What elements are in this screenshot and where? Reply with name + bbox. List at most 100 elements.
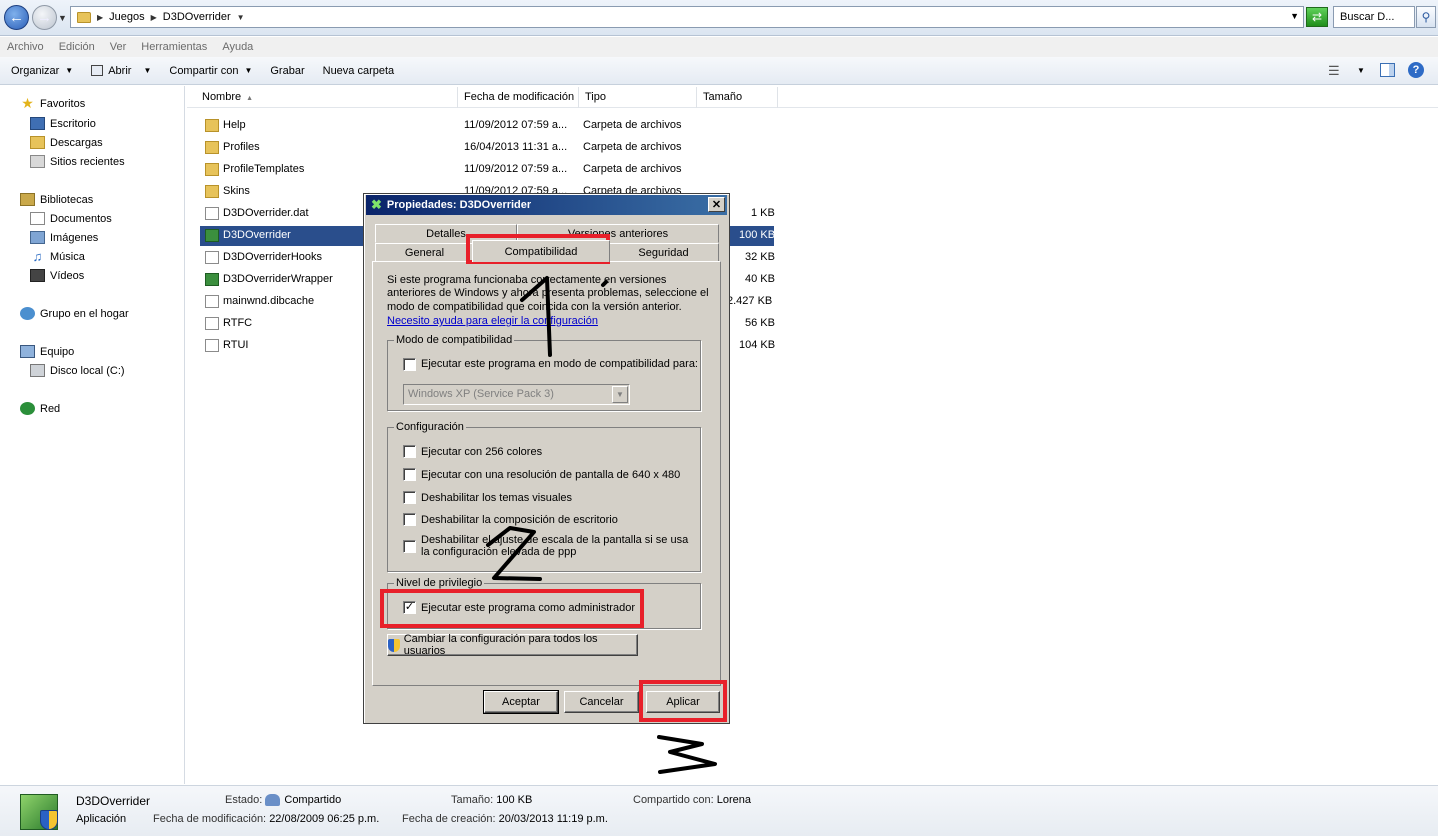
- open-label: Abrir: [108, 64, 132, 77]
- config-disable-themes-checkbox[interactable]: [403, 491, 416, 504]
- address-dropdown[interactable]: ▼: [1290, 11, 1299, 21]
- breadcrumb-d3doverrider[interactable]: D3DOverrider: [163, 11, 231, 23]
- cancel-button[interactable]: Cancelar: [564, 691, 639, 713]
- view-options-icon[interactable]: ☰: [1328, 63, 1340, 79]
- menu-edicion[interactable]: Edición: [59, 41, 95, 53]
- nav-label: Sitios recientes: [50, 155, 125, 168]
- chevron-down-icon[interactable]: ▼: [1357, 66, 1365, 75]
- config-disable-dpi-scaling-checkbox[interactable]: [403, 540, 416, 553]
- compat-os-select[interactable]: Windows XP (Service Pack 3): [403, 384, 630, 405]
- hard-drive-icon: [30, 364, 45, 377]
- help-link[interactable]: Necesito ayuda para elegir la configurac…: [387, 315, 598, 327]
- star-icon: ★: [21, 95, 34, 111]
- burn-button[interactable]: Grabar: [270, 65, 304, 77]
- preview-pane-icon[interactable]: [1380, 63, 1395, 77]
- nav-escritorio[interactable]: Escritorio: [30, 117, 96, 130]
- nav-disco-local[interactable]: Disco local (C:): [30, 364, 125, 377]
- privilege-label: Nivel de privilegio: [394, 577, 485, 589]
- breadcrumb-juegos[interactable]: Juegos: [109, 11, 144, 23]
- column-header-name[interactable]: Nombre ▲: [196, 87, 458, 108]
- file-name: Skins: [223, 185, 250, 197]
- nav-label: Favoritos: [40, 97, 86, 110]
- menu-archivo[interactable]: Archivo: [7, 41, 44, 53]
- nav-musica[interactable]: ♫ Música: [30, 250, 85, 263]
- nav-label: Red: [40, 402, 61, 415]
- search-button[interactable]: ⚲: [1416, 6, 1436, 28]
- nav-equipo[interactable]: Equipo: [20, 345, 74, 358]
- folder-icon: [205, 141, 219, 154]
- nav-documentos[interactable]: Documentos: [30, 212, 112, 225]
- file-row[interactable]: Help 11/09/2012 07:59 a... Carpeta de arch…: [200, 116, 774, 136]
- file-name: ProfileTemplates: [223, 163, 305, 175]
- config-label: Configuración: [394, 421, 466, 433]
- nav-imagenes[interactable]: Imágenes: [30, 231, 98, 244]
- file-name: D3DOverrider.dat: [223, 207, 309, 219]
- config-640x480-checkbox[interactable]: [403, 468, 416, 481]
- tab-seguridad[interactable]: Seguridad: [608, 243, 719, 262]
- share-button[interactable]: Compartir con ▼: [169, 65, 252, 77]
- config-check-label: Deshabilitar los temas visuales: [421, 492, 573, 504]
- nav-red[interactable]: Red: [20, 402, 60, 415]
- details-label: Estado:: [225, 794, 263, 806]
- menu-herramientas[interactable]: Herramientas: [141, 41, 207, 53]
- file-row[interactable]: ProfileTemplates 11/09/2012 07:59 a... Car…: [200, 160, 774, 180]
- details-file-kind: Aplicación: [76, 813, 127, 825]
- menu-ayuda[interactable]: Ayuda: [222, 41, 253, 53]
- arrow-right-icon: →: [37, 9, 52, 26]
- config-256-colors-checkbox[interactable]: [403, 445, 416, 458]
- compat-mode-checkbox[interactable]: [403, 358, 416, 371]
- details-pane: [0, 785, 1438, 836]
- back-button[interactable]: ←: [4, 5, 29, 30]
- app-icon: [205, 229, 219, 242]
- compat-mode-label: Modo de compatibilidad: [394, 334, 515, 346]
- recent-places-icon: [30, 155, 45, 168]
- app-icon: [205, 273, 219, 286]
- forward-button[interactable]: →: [32, 5, 57, 30]
- nav-grupo-hogar[interactable]: Grupo en el hogar: [20, 307, 129, 320]
- file-type: Carpeta de archivos: [583, 119, 682, 131]
- chevron-down-icon[interactable]: ▼: [612, 386, 628, 403]
- file-name: Help: [223, 119, 246, 131]
- change-all-users-button[interactable]: Cambiar la configuración para todos los …: [387, 633, 638, 657]
- nav-bibliotecas[interactable]: Bibliotecas: [20, 193, 93, 206]
- library-icon: [20, 193, 35, 206]
- refresh-button[interactable]: ⇄: [1306, 7, 1328, 27]
- search-input[interactable]: Buscar D...: [1333, 6, 1415, 28]
- nav-label: Equipo: [40, 345, 75, 358]
- nav-videos[interactable]: Vídeos: [30, 269, 84, 282]
- chevron-down-icon[interactable]: ▼: [237, 13, 245, 22]
- details-value: 22/08/2009 06:25 p.m.: [269, 813, 380, 825]
- file-name: D3DOverriderWrapper: [223, 273, 333, 285]
- nav-label: Vídeos: [50, 269, 85, 282]
- new-folder-button[interactable]: Nueva carpeta: [323, 65, 395, 77]
- open-icon: [91, 65, 104, 76]
- chevron-right-icon[interactable]: ▶: [97, 13, 103, 22]
- chevron-right-icon[interactable]: ▶: [151, 13, 157, 22]
- pictures-icon: [30, 231, 45, 244]
- column-header-size[interactable]: Tamaño: [697, 87, 778, 108]
- tab-compatibilidad[interactable]: Compatibilidad: [472, 240, 610, 262]
- open-button[interactable]: Abrir ▼: [91, 65, 151, 77]
- dialog-title-bar[interactable]: ✖ Propiedades: D3DOverrider: [366, 195, 727, 215]
- details-file-name: D3DOverrider: [76, 794, 151, 808]
- details-label: Tamaño:: [451, 794, 494, 806]
- address-input[interactable]: ▶ Juegos ▶ D3DOverrider ▼ ▼: [70, 6, 1304, 28]
- column-header-modified[interactable]: Fecha de modificación: [458, 87, 579, 108]
- help-icon[interactable]: ?: [1408, 62, 1424, 78]
- recent-pages-dropdown[interactable]: ▼: [58, 13, 67, 23]
- details-state: Estado: Compartido: [225, 794, 341, 807]
- tab-general[interactable]: General: [375, 243, 474, 262]
- config-disable-composition-checkbox[interactable]: [403, 513, 416, 526]
- file-row[interactable]: Profiles 16/04/2013 11:31 a... Carpeta de …: [200, 138, 774, 158]
- menu-ver[interactable]: Ver: [110, 41, 127, 53]
- nav-sitios-recientes[interactable]: Sitios recientes: [30, 155, 125, 168]
- navigation-pane: [0, 86, 185, 784]
- nav-descargas[interactable]: Descargas: [30, 136, 103, 149]
- organize-button[interactable]: Organizar ▼: [11, 65, 73, 77]
- dialog-close-button[interactable]: ✕: [708, 197, 725, 212]
- nav-favoritos[interactable]: ★ Favoritos: [20, 95, 86, 111]
- documents-icon: [30, 212, 45, 225]
- ok-button[interactable]: Aceptar: [483, 690, 559, 714]
- column-header-type[interactable]: Tipo: [579, 87, 697, 108]
- file-name: D3DOverrider: [223, 229, 291, 241]
